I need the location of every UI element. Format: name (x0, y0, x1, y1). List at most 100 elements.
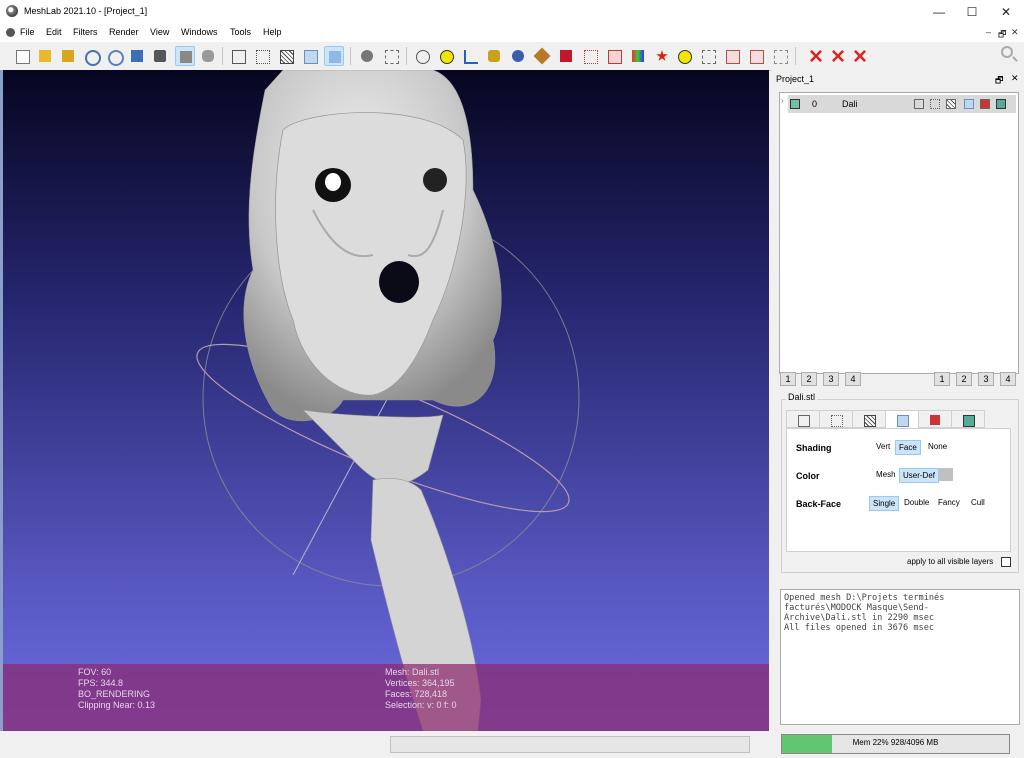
color-label: Color (796, 471, 820, 481)
layer-row[interactable]: 0 Dali (788, 95, 1016, 113)
points-icon[interactable] (252, 46, 272, 66)
new-file-icon[interactable] (12, 46, 32, 66)
select-connected-icon[interactable] (698, 46, 718, 66)
measure-icon[interactable] (460, 46, 480, 66)
view-left-2-button[interactable]: 2 (801, 372, 817, 386)
menu-bar: File Edit Filters Render View Windows To… (0, 24, 1024, 42)
smooth-shading-icon[interactable] (324, 46, 344, 66)
render-tabs (786, 410, 1014, 428)
log-line: Opened mesh D:\Projets terminés (784, 593, 945, 603)
select-vertices-icon[interactable] (580, 46, 600, 66)
panel-close-button[interactable]: ✕ (1011, 73, 1019, 84)
wireframe-icon[interactable] (276, 46, 296, 66)
search-icon[interactable] (1001, 46, 1013, 58)
shading-vert-option[interactable]: Vert (873, 440, 893, 453)
reload-icon[interactable] (81, 46, 101, 66)
layer-bbox-icon[interactable] (914, 99, 924, 109)
star-select-icon[interactable] (652, 46, 672, 66)
menu-help[interactable]: Help (263, 27, 282, 37)
paint-bucket-icon[interactable] (484, 46, 504, 66)
view-right-2-button[interactable]: 2 (956, 372, 972, 386)
3d-viewport[interactable]: FOV: 60 FPS: 344.8 BO_RENDERING Clipping… (3, 70, 769, 731)
select-pick-icon[interactable] (770, 46, 790, 66)
document-system-menu-icon[interactable] (6, 28, 15, 37)
brush-icon[interactable] (532, 46, 552, 66)
visibility-eye-icon[interactable] (790, 99, 800, 109)
apply-all-checkbox[interactable] (1001, 557, 1011, 567)
minimize-button[interactable]: — (922, 0, 956, 24)
tab-texture[interactable] (918, 410, 952, 428)
panel-title: Project_1 (776, 74, 815, 84)
color-mesh-option[interactable]: Mesh (873, 468, 899, 481)
bbox-icon[interactable] (228, 46, 248, 66)
shading-face-option[interactable]: Face (895, 440, 921, 455)
tab-points[interactable] (819, 410, 853, 428)
render-cube-icon[interactable] (198, 46, 218, 66)
align-icon[interactable] (381, 46, 401, 66)
annotate-icon[interactable] (436, 46, 456, 66)
view-left-1-button[interactable]: 1 (780, 372, 796, 386)
layer-texture-icon[interactable] (980, 99, 990, 109)
mdi-restore-button[interactable]: 🗗 (998, 27, 1006, 43)
tab-color[interactable] (951, 410, 985, 428)
pick-color-icon[interactable] (508, 46, 528, 66)
vertices-text: Vertices: 364,195 (385, 678, 455, 688)
menu-render[interactable]: Render (109, 27, 139, 37)
view-right-4-button[interactable]: 4 (1000, 372, 1016, 386)
expand-chevron-icon[interactable]: › (781, 96, 784, 105)
layer-color-icon[interactable] (996, 99, 1006, 109)
fps-text: FPS: 344.8 (78, 678, 124, 688)
layer-wireframe-icon[interactable] (946, 99, 956, 109)
clipping-near-text: Clipping Near: 0.13 (78, 700, 156, 710)
backface-fancy-option[interactable]: Fancy (935, 496, 963, 509)
delete-faces-icon[interactable] (806, 46, 826, 66)
flat-shading-icon[interactable] (300, 46, 320, 66)
selection-shrink-icon[interactable] (746, 46, 766, 66)
layer-solid-icon[interactable] (964, 99, 974, 109)
main-toolbar (0, 42, 1024, 71)
delete-vertices-icon[interactable] (828, 46, 848, 66)
maximize-button[interactable]: ☐ (955, 0, 989, 24)
menu-windows[interactable]: Windows (181, 27, 218, 37)
snapshot-icon[interactable] (150, 46, 170, 66)
backface-cull-option[interactable]: Cull (968, 496, 988, 509)
mdi-minimize-button[interactable]: – (986, 27, 991, 37)
shading-none-option[interactable]: None (925, 440, 950, 453)
tab-wireframe[interactable] (852, 410, 886, 428)
color-userdef-option[interactable]: User-Def (899, 468, 940, 483)
backface-single-option[interactable]: Single (869, 496, 900, 511)
close-button[interactable]: ✕ (989, 0, 1023, 24)
backface-double-option[interactable]: Double (901, 496, 932, 509)
selection-grow-icon[interactable] (722, 46, 742, 66)
menu-edit[interactable]: Edit (46, 27, 62, 37)
tab-bbox[interactable] (786, 410, 820, 428)
save-icon[interactable] (127, 46, 147, 66)
view-right-1-button[interactable]: 1 (934, 372, 950, 386)
layer-index: 0 (812, 99, 818, 109)
menu-view[interactable]: View (150, 27, 169, 37)
delete-all-icon[interactable] (850, 46, 870, 66)
view-right-3-button[interactable]: 3 (978, 372, 994, 386)
tab-solid[interactable] (885, 410, 919, 428)
view-left-3-button[interactable]: 3 (823, 372, 839, 386)
view-left-4-button[interactable]: 4 (845, 372, 861, 386)
open-project-icon[interactable] (35, 46, 55, 66)
memory-indicator: Mem 22% 928/4096 MB (781, 734, 1010, 754)
reload-all-icon[interactable] (104, 46, 124, 66)
trackball-icon[interactable] (412, 46, 432, 66)
layer-dialog-icon[interactable] (357, 46, 377, 66)
raster-icon[interactable] (556, 46, 576, 66)
user-color-swatch[interactable] (939, 468, 953, 481)
menu-filters[interactable]: Filters (73, 27, 98, 37)
group-title: Dali.stl (786, 392, 818, 402)
mdi-close-button[interactable]: ✕ (1011, 27, 1019, 38)
select-faces-icon[interactable] (604, 46, 624, 66)
open-file-icon[interactable] (58, 46, 78, 66)
info-icon[interactable] (674, 46, 694, 66)
color-selection-icon[interactable] (628, 46, 648, 66)
layers-toggle-icon[interactable] (175, 46, 195, 66)
layer-points-icon[interactable] (930, 99, 940, 109)
menu-tools[interactable]: Tools (230, 27, 251, 37)
menu-file[interactable]: File (20, 27, 35, 37)
panel-float-button[interactable]: 🗗 (995, 73, 1003, 89)
